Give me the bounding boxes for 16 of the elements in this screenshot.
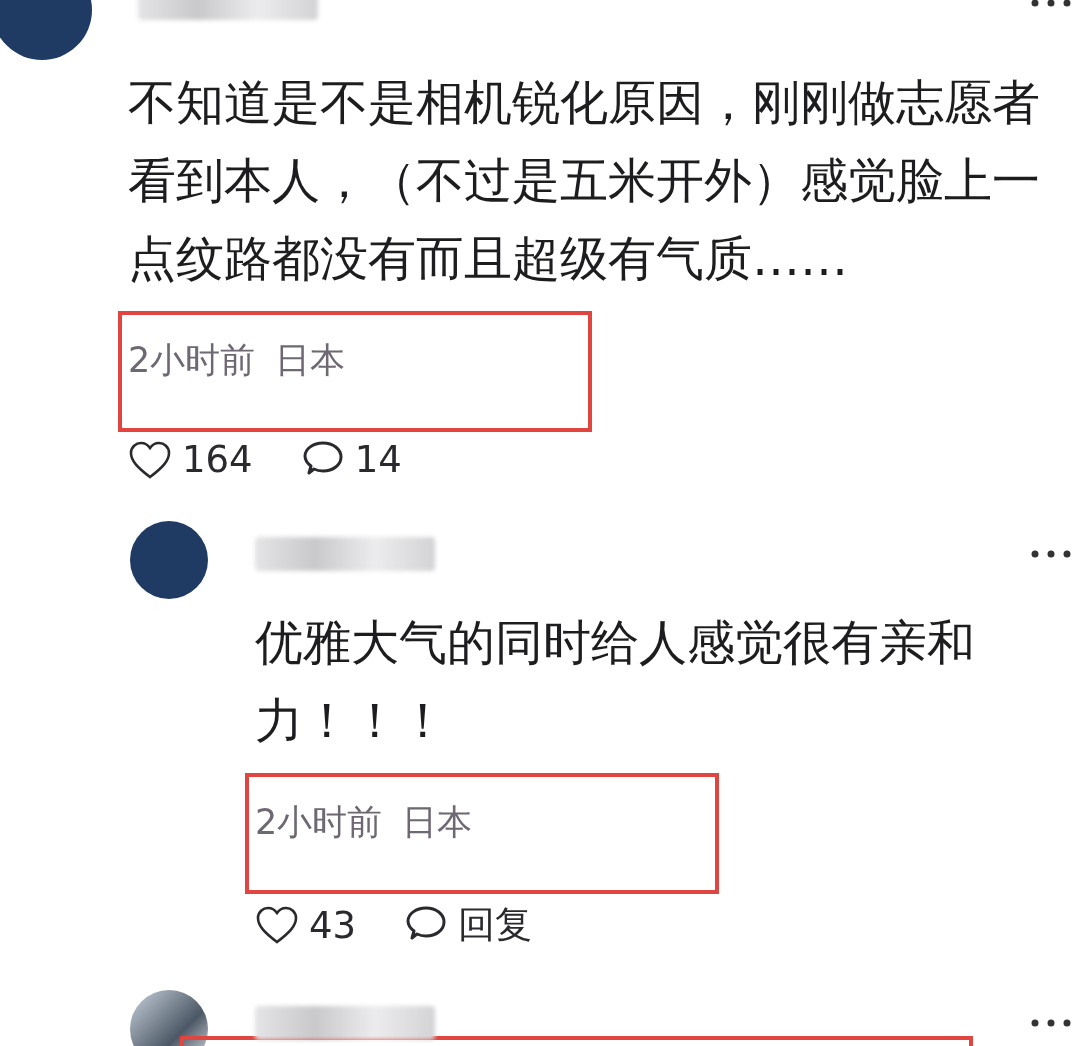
more-icon[interactable] <box>1030 0 1072 8</box>
location: 日本 <box>402 801 473 844</box>
reply-button[interactable]: 14 <box>300 438 402 481</box>
timestamp: 2小时前 <box>255 801 383 844</box>
heart-icon <box>255 905 299 945</box>
reply-button[interactable]: 回复 <box>404 900 533 950</box>
more-icon[interactable] <box>1030 549 1072 559</box>
like-button[interactable]: 43 <box>255 903 357 947</box>
like-button[interactable]: 164 <box>128 438 253 481</box>
photo-avatar[interactable] <box>130 990 208 1046</box>
comment-text: 不知道是不是相机锐化原因，刚刚做志愿者看到本人，（不过是五米开外）感觉脸上一点纹路都没有而且超级有气质…… <box>128 73 1041 288</box>
heart-icon <box>128 439 172 480</box>
comment-text: 优雅大气的同时给人感觉很有亲和力！！！ <box>255 613 976 750</box>
more-icon[interactable] <box>1030 1018 1072 1028</box>
location: 日本 <box>275 339 346 382</box>
timestamp: 2小时前 <box>128 339 256 382</box>
